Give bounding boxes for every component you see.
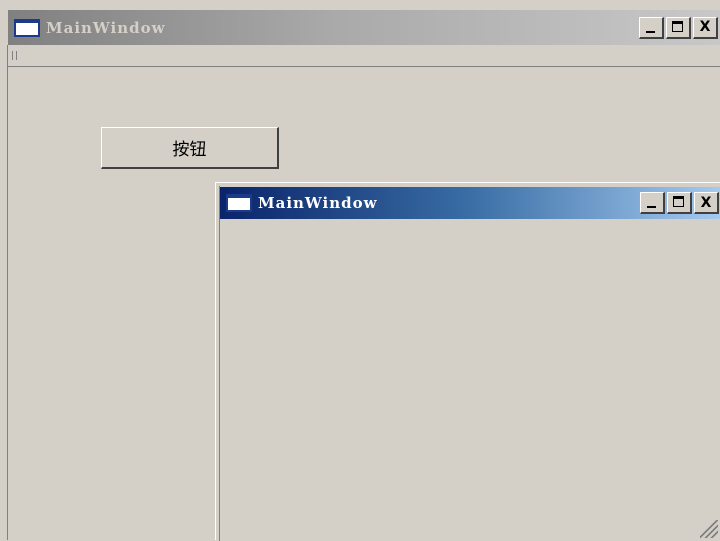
child-window-titlebar[interactable]: MainWindow X <box>220 187 720 219</box>
child-window-border <box>219 186 220 541</box>
maximize-icon <box>673 196 684 207</box>
maximize-icon <box>672 20 683 32</box>
child-close-button[interactable]: X <box>694 192 719 214</box>
close-button[interactable]: X <box>693 16 718 39</box>
push-button[interactable]: 按钮 <box>101 127 279 169</box>
menubar-grip-icon[interactable] <box>12 51 17 60</box>
child-window: MainWindow X <box>215 182 720 541</box>
window-left-border <box>7 45 8 540</box>
main-window-caption-buttons: X <box>639 16 720 39</box>
close-icon: X <box>699 19 711 35</box>
minimize-icon <box>646 30 655 33</box>
minimize-button[interactable] <box>639 16 664 39</box>
child-minimize-button[interactable] <box>640 192 665 214</box>
size-grip-icon[interactable] <box>700 520 718 538</box>
menubar <box>8 45 720 67</box>
minimize-icon <box>647 206 656 208</box>
child-window-caption-buttons: X <box>640 192 720 214</box>
close-icon: X <box>700 194 712 211</box>
maximize-button[interactable] <box>666 16 691 39</box>
child-maximize-button[interactable] <box>667 192 692 214</box>
main-window: MainWindow X 按钮 MainWindow X <box>0 0 720 541</box>
main-window-title: MainWindow <box>46 18 166 37</box>
main-window-titlebar[interactable]: MainWindow X <box>8 10 720 45</box>
window-icon[interactable] <box>226 194 252 212</box>
child-window-title: MainWindow <box>258 194 378 212</box>
window-icon[interactable] <box>14 18 40 37</box>
